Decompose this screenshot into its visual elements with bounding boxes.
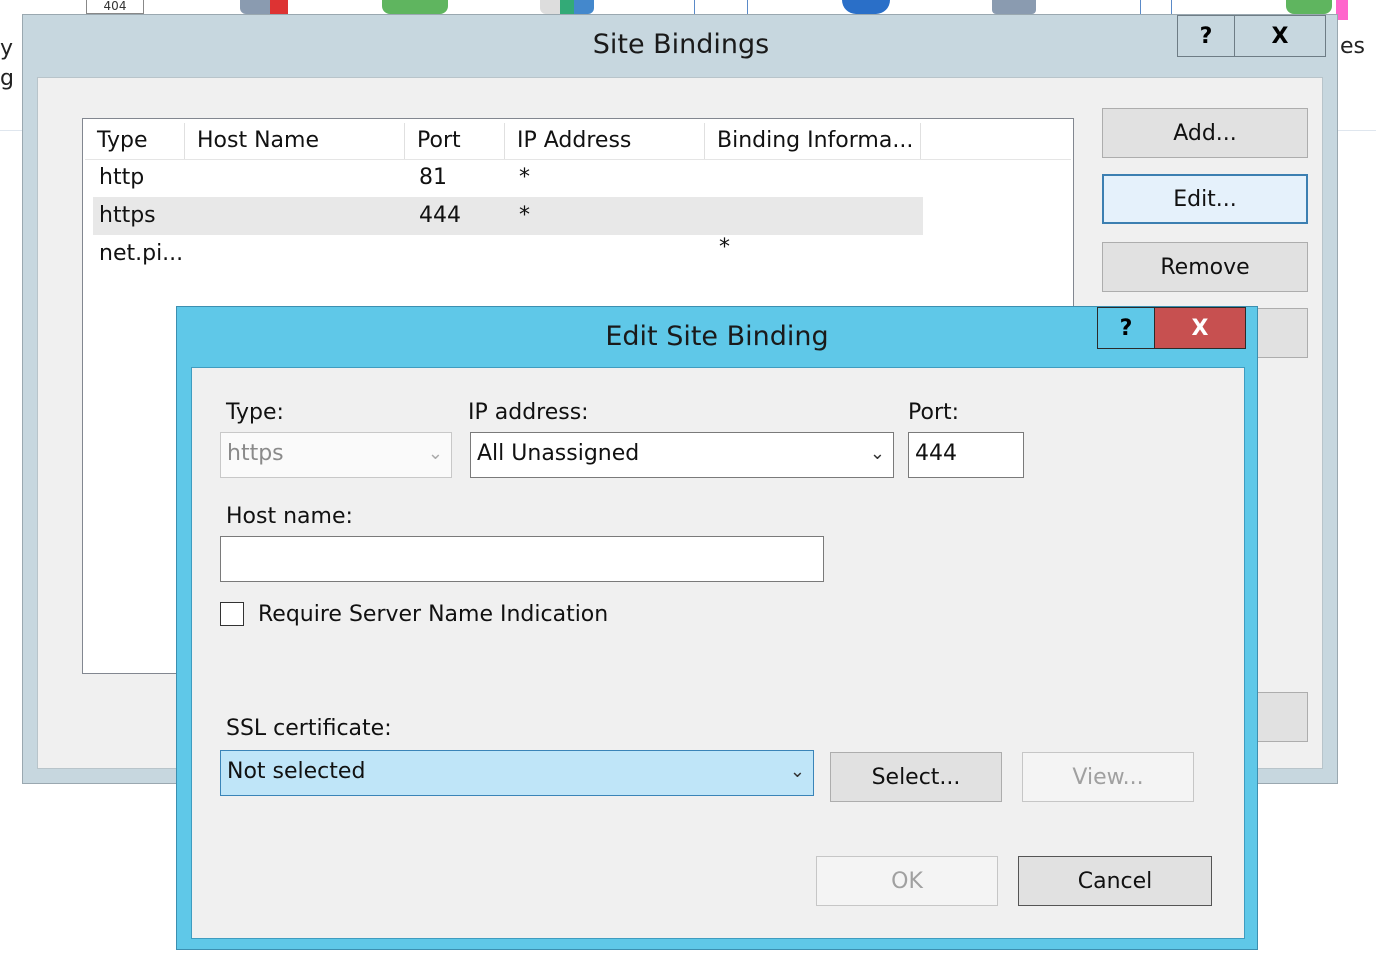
ok-button[interactable]: OK xyxy=(816,856,998,906)
cell-type: https xyxy=(99,203,156,228)
port-input[interactable]: 444 xyxy=(908,432,1024,478)
redirect-arrow-icon-2 xyxy=(1286,0,1332,14)
ssl-certificate-select[interactable]: Not selected ⌄ xyxy=(220,750,814,796)
table-row[interactable]: net.pi... * xyxy=(93,235,923,273)
cell-port: 81 xyxy=(419,165,447,190)
sni-label[interactable]: Require Server Name Indication xyxy=(258,602,608,627)
column-header-host-name[interactable]: Host Name xyxy=(185,123,405,159)
chevron-down-icon: ⌄ xyxy=(869,443,885,464)
column-header-type[interactable]: Type xyxy=(85,123,185,159)
remove-button[interactable]: Remove xyxy=(1102,242,1308,292)
site-bindings-help-button[interactable]: ? xyxy=(1177,15,1235,57)
type-label: Type: xyxy=(226,400,284,425)
edit-site-binding-dialog: Edit Site Binding ? X Type: https ⌄ IP a… xyxy=(176,306,1258,950)
type-value: https xyxy=(227,441,284,466)
background-text-left-1: y xyxy=(0,36,14,61)
table-row[interactable]: http 81 * xyxy=(93,159,923,197)
cell-ip-address: * xyxy=(519,165,530,190)
document-music-icon xyxy=(1140,0,1172,15)
cell-binding-info: * xyxy=(719,235,730,260)
redirect-arrow-icon xyxy=(382,0,448,14)
edit-site-binding-title: Edit Site Binding xyxy=(605,321,829,352)
background-divider-right xyxy=(1338,130,1376,131)
table-row-selected[interactable]: https 444 * xyxy=(93,197,923,235)
edit-binding-content: Type: https ⌄ IP address: All Unassigned… xyxy=(191,367,1245,939)
cell-ip-address: * xyxy=(519,203,530,228)
port-label: Port: xyxy=(908,400,960,425)
ip-address-label: IP address: xyxy=(468,400,589,425)
type-select[interactable]: https ⌄ xyxy=(220,432,452,478)
host-name-input[interactable] xyxy=(220,536,824,582)
ip-address-value: All Unassigned xyxy=(477,441,640,466)
edit-button[interactable]: Edit... xyxy=(1102,174,1308,224)
add-button[interactable]: Add... xyxy=(1102,108,1308,158)
ip-address-select[interactable]: All Unassigned ⌄ xyxy=(470,432,894,478)
background-divider-left xyxy=(0,130,22,131)
server-error-icon xyxy=(240,0,298,14)
globe-icon xyxy=(842,0,890,14)
cancel-button[interactable]: Cancel xyxy=(1018,856,1212,906)
site-bindings-close-button[interactable]: X xyxy=(1234,15,1326,57)
view-certificate-button[interactable]: View... xyxy=(1022,752,1194,802)
column-header-port[interactable]: Port xyxy=(405,123,505,159)
ssl-certificate-value: Not selected xyxy=(227,759,366,784)
chevron-down-icon: ⌄ xyxy=(789,761,805,782)
select-certificate-button[interactable]: Select... xyxy=(830,752,1002,802)
edit-binding-close-button[interactable]: X xyxy=(1154,307,1246,349)
chevron-down-icon: ⌄ xyxy=(427,443,443,464)
cell-type: net.pi... xyxy=(99,241,184,266)
error-page-404-icon: 404 xyxy=(86,0,144,14)
host-name-label: Host name: xyxy=(226,504,353,529)
background-text-left-2: g xyxy=(0,66,14,91)
column-header-ip-address[interactable]: IP Address xyxy=(505,123,705,159)
column-header-binding-information[interactable]: Binding Informa... xyxy=(705,123,921,159)
document-icon xyxy=(694,0,748,15)
site-bindings-title: Site Bindings xyxy=(592,29,770,60)
cell-port: 444 xyxy=(419,203,461,228)
cell-type: http xyxy=(99,165,145,190)
network-icon xyxy=(540,0,594,14)
server-icon xyxy=(992,0,1036,14)
ssl-certificate-label: SSL certificate: xyxy=(226,716,392,741)
background-text-right: es xyxy=(1340,34,1365,59)
edit-binding-help-button[interactable]: ? xyxy=(1097,307,1155,349)
sni-checkbox[interactable] xyxy=(220,602,244,626)
